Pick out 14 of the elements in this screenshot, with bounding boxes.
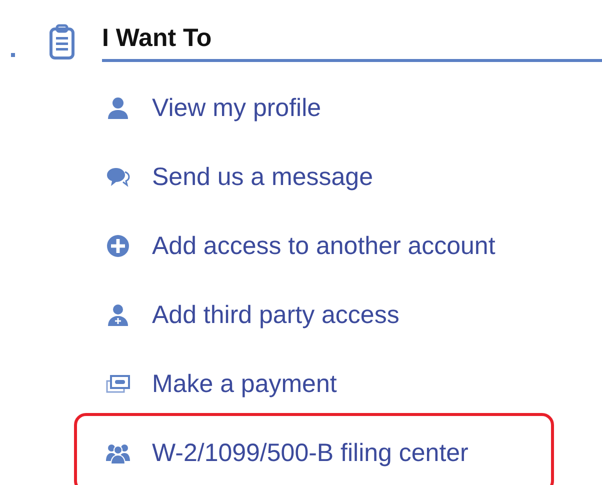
section-title: I Want To bbox=[102, 24, 212, 52]
action-link[interactable]: View my profile bbox=[152, 94, 322, 122]
banknote-icon bbox=[106, 372, 130, 396]
action-link[interactable]: Add access to another account bbox=[152, 232, 496, 260]
action-link[interactable]: Make a payment bbox=[152, 370, 337, 398]
action-link[interactable]: Add third party access bbox=[152, 300, 400, 330]
person-plus-icon bbox=[106, 303, 130, 327]
action-link[interactable]: W-2/1099/500-B filing center bbox=[152, 438, 468, 468]
chat-bubbles-icon bbox=[106, 165, 130, 189]
person-icon bbox=[106, 96, 130, 120]
clipboard-icon bbox=[49, 24, 75, 60]
action-link[interactable]: Send us a message bbox=[152, 162, 373, 192]
dot-mark bbox=[11, 53, 15, 57]
plus-circle-icon bbox=[106, 234, 130, 258]
